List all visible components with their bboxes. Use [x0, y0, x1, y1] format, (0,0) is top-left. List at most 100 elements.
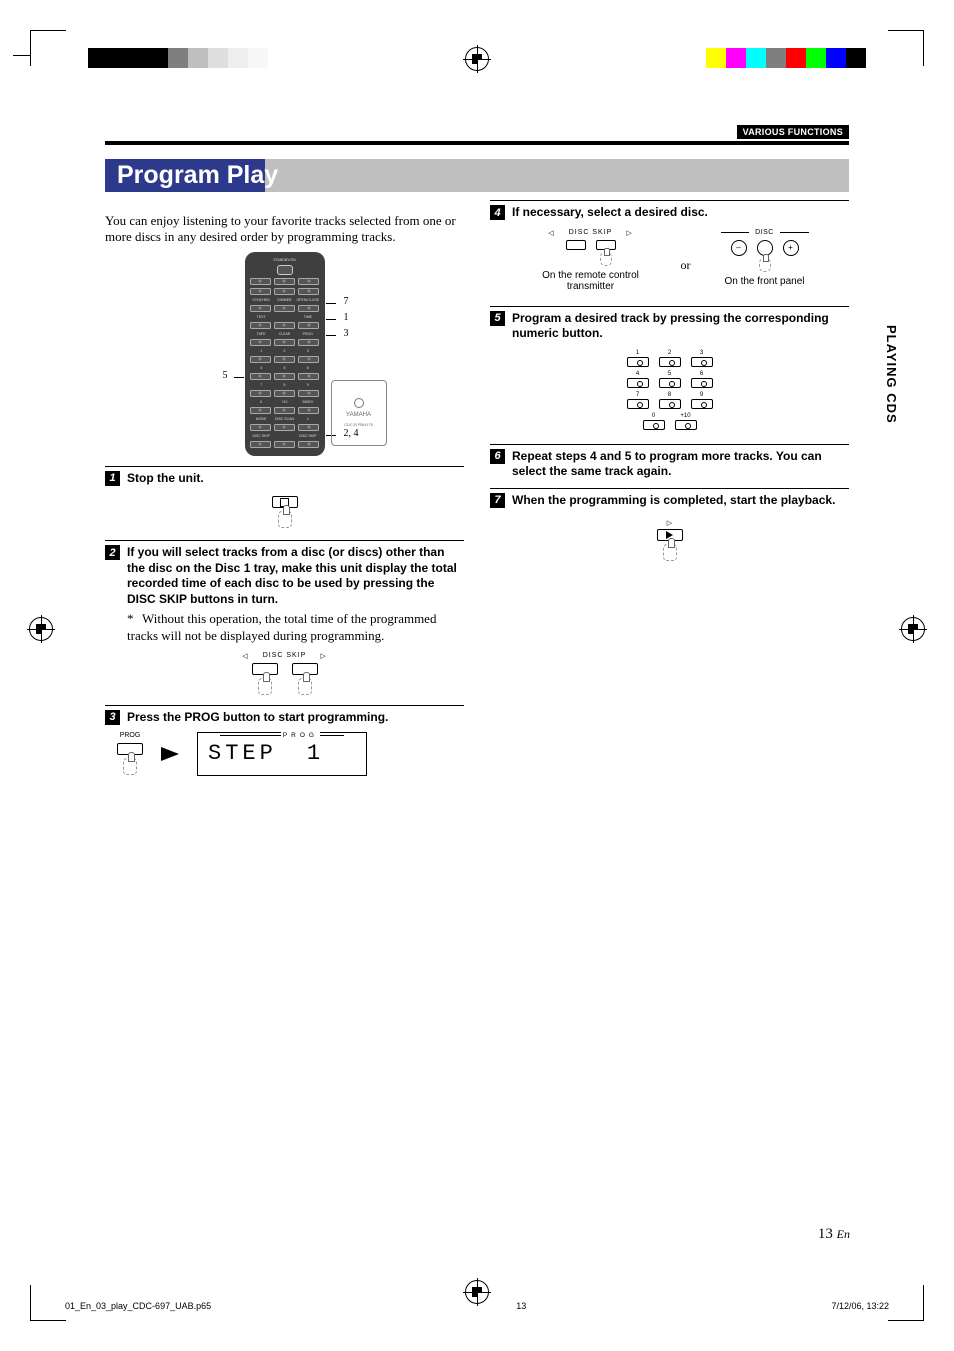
- crop-mark-bl: [30, 1285, 66, 1321]
- remote-button-icon: [250, 373, 271, 380]
- color-bar-right: [706, 48, 866, 68]
- num-button-icon: [691, 378, 713, 388]
- step-number-icon: 2: [105, 545, 120, 560]
- arrow-right-icon: [161, 747, 179, 761]
- thumb-icon: [258, 677, 272, 695]
- swatch: [248, 48, 268, 68]
- remote-button-icon: [274, 356, 295, 363]
- remote-button-icon: [274, 288, 295, 295]
- remote-button-icon: [298, 278, 319, 285]
- asterisk: *: [127, 611, 139, 627]
- brand-logo-icon: [354, 398, 364, 408]
- remote-button-icon: [274, 407, 295, 414]
- prog-button-press-icon: PROG: [117, 732, 143, 775]
- footer-page: 13: [516, 1301, 526, 1311]
- swatch: [268, 48, 288, 68]
- step4-front-panel-option: DISC – + On the front panel: [721, 229, 809, 287]
- remote-button-icon: [298, 339, 319, 346]
- num-label: 3: [700, 350, 703, 356]
- prog-label: PROG: [120, 732, 141, 739]
- disc-minus-icon: –: [731, 240, 747, 256]
- swatch: [786, 48, 806, 68]
- step-number-icon: 3: [105, 710, 120, 725]
- swatch: [148, 48, 168, 68]
- remote-button-icon: [274, 305, 295, 312]
- remote-button-icon: [298, 373, 319, 380]
- brand-label: YAMAHA: [346, 412, 371, 418]
- remote-button-icon: [274, 373, 295, 380]
- num-button-icon: [627, 378, 649, 388]
- play-button-press-icon: ▷: [657, 519, 683, 561]
- numeric-pad-illustration: 1234567890+10: [490, 350, 849, 430]
- num-label: 0: [652, 413, 655, 419]
- crop-mark-tl: [30, 30, 66, 66]
- swatch: [846, 48, 866, 68]
- remote-button-icon: [298, 305, 319, 312]
- remote-button-icon: [274, 278, 295, 285]
- remote-button-icon: [250, 424, 271, 431]
- step-number-icon: 7: [490, 493, 505, 508]
- num-button-icon: [659, 378, 681, 388]
- num-label: 4: [636, 371, 639, 377]
- remote-button-icon: [274, 424, 295, 431]
- thumb-icon: [298, 677, 312, 695]
- step-number-icon: 5: [490, 311, 505, 326]
- step-6-text: Repeat steps 4 and 5 to program more tra…: [512, 449, 849, 480]
- step-5: 5 Program a desired track by pressing th…: [490, 306, 849, 430]
- swatch: [208, 48, 228, 68]
- remote-button-icon: [298, 356, 319, 363]
- num-button-icon: [627, 399, 649, 409]
- step-4: 4 If necessary, select a desired disc. ◁…: [490, 200, 849, 292]
- lcd-num: 1: [307, 741, 324, 766]
- num-button-icon: [691, 399, 713, 409]
- num-button-icon: [627, 357, 649, 367]
- swatch: [228, 48, 248, 68]
- step-7-text: When the programming is completed, start…: [512, 493, 835, 509]
- front-panel-caption: On the front panel: [724, 276, 804, 287]
- crop-mark-br: [888, 1285, 924, 1321]
- thumb-icon: [123, 757, 137, 775]
- swatch: [168, 48, 188, 68]
- step-2: 2 If you will select tracks from a disc …: [105, 540, 464, 695]
- remote-button-icon: [250, 288, 271, 295]
- remote-button-icon: [250, 441, 271, 448]
- callout-5: 5: [223, 370, 228, 381]
- stop-button-press-icon: [272, 496, 298, 528]
- side-tab: PLAYING CDS: [884, 325, 899, 424]
- lcd-text: STEP: [208, 741, 277, 766]
- remote-button-icon: [250, 305, 271, 312]
- footer-date: 7/12/06, 13:22: [831, 1301, 889, 1311]
- num-button-icon: [659, 357, 681, 367]
- or-label: or: [681, 258, 691, 273]
- num-label: 2: [668, 350, 671, 356]
- remote-body: STANDBY/ONSYNCHRODIMMEROPEN/CLOSETEXTTIM…: [245, 252, 325, 456]
- step-1-text: Stop the unit.: [127, 471, 204, 487]
- crop-mark-tr: [888, 30, 924, 66]
- thumb-icon: [663, 543, 677, 561]
- step-3: 3 Press the PROG button to start program…: [105, 705, 464, 776]
- disc-skip-label: DISC SKIP: [569, 229, 613, 237]
- thumb-icon: [600, 252, 612, 266]
- thumb-icon: [759, 258, 771, 272]
- swatch: [706, 48, 726, 68]
- disc-skip-label: DISC SKIP: [263, 652, 307, 660]
- display-panel-icon: YAMAHA CDC-R R5H175: [331, 380, 387, 446]
- step-number-icon: 4: [490, 205, 505, 220]
- header-badge: VARIOUS FUNCTIONS: [737, 125, 849, 139]
- header-bar: VARIOUS FUNCTIONS: [105, 125, 849, 145]
- registration-mark-icon: [30, 618, 52, 640]
- step-2-text: If you will select tracks from a disc (o…: [127, 545, 464, 607]
- remote-button-icon: [250, 407, 271, 414]
- power-button-icon: [277, 265, 293, 275]
- num-label: 7: [636, 392, 639, 398]
- num-button-icon: [659, 399, 681, 409]
- num-button-icon: [643, 420, 665, 430]
- swatch: [128, 48, 148, 68]
- num-label: 6: [700, 371, 703, 377]
- swatch: [726, 48, 746, 68]
- remote-button-icon: [274, 441, 295, 448]
- num-label: 9: [700, 392, 703, 398]
- step-5-text: Program a desired track by pressing the …: [512, 311, 849, 342]
- remote-button-icon: [298, 424, 319, 431]
- model-label: CDC-R R5H175: [344, 422, 373, 427]
